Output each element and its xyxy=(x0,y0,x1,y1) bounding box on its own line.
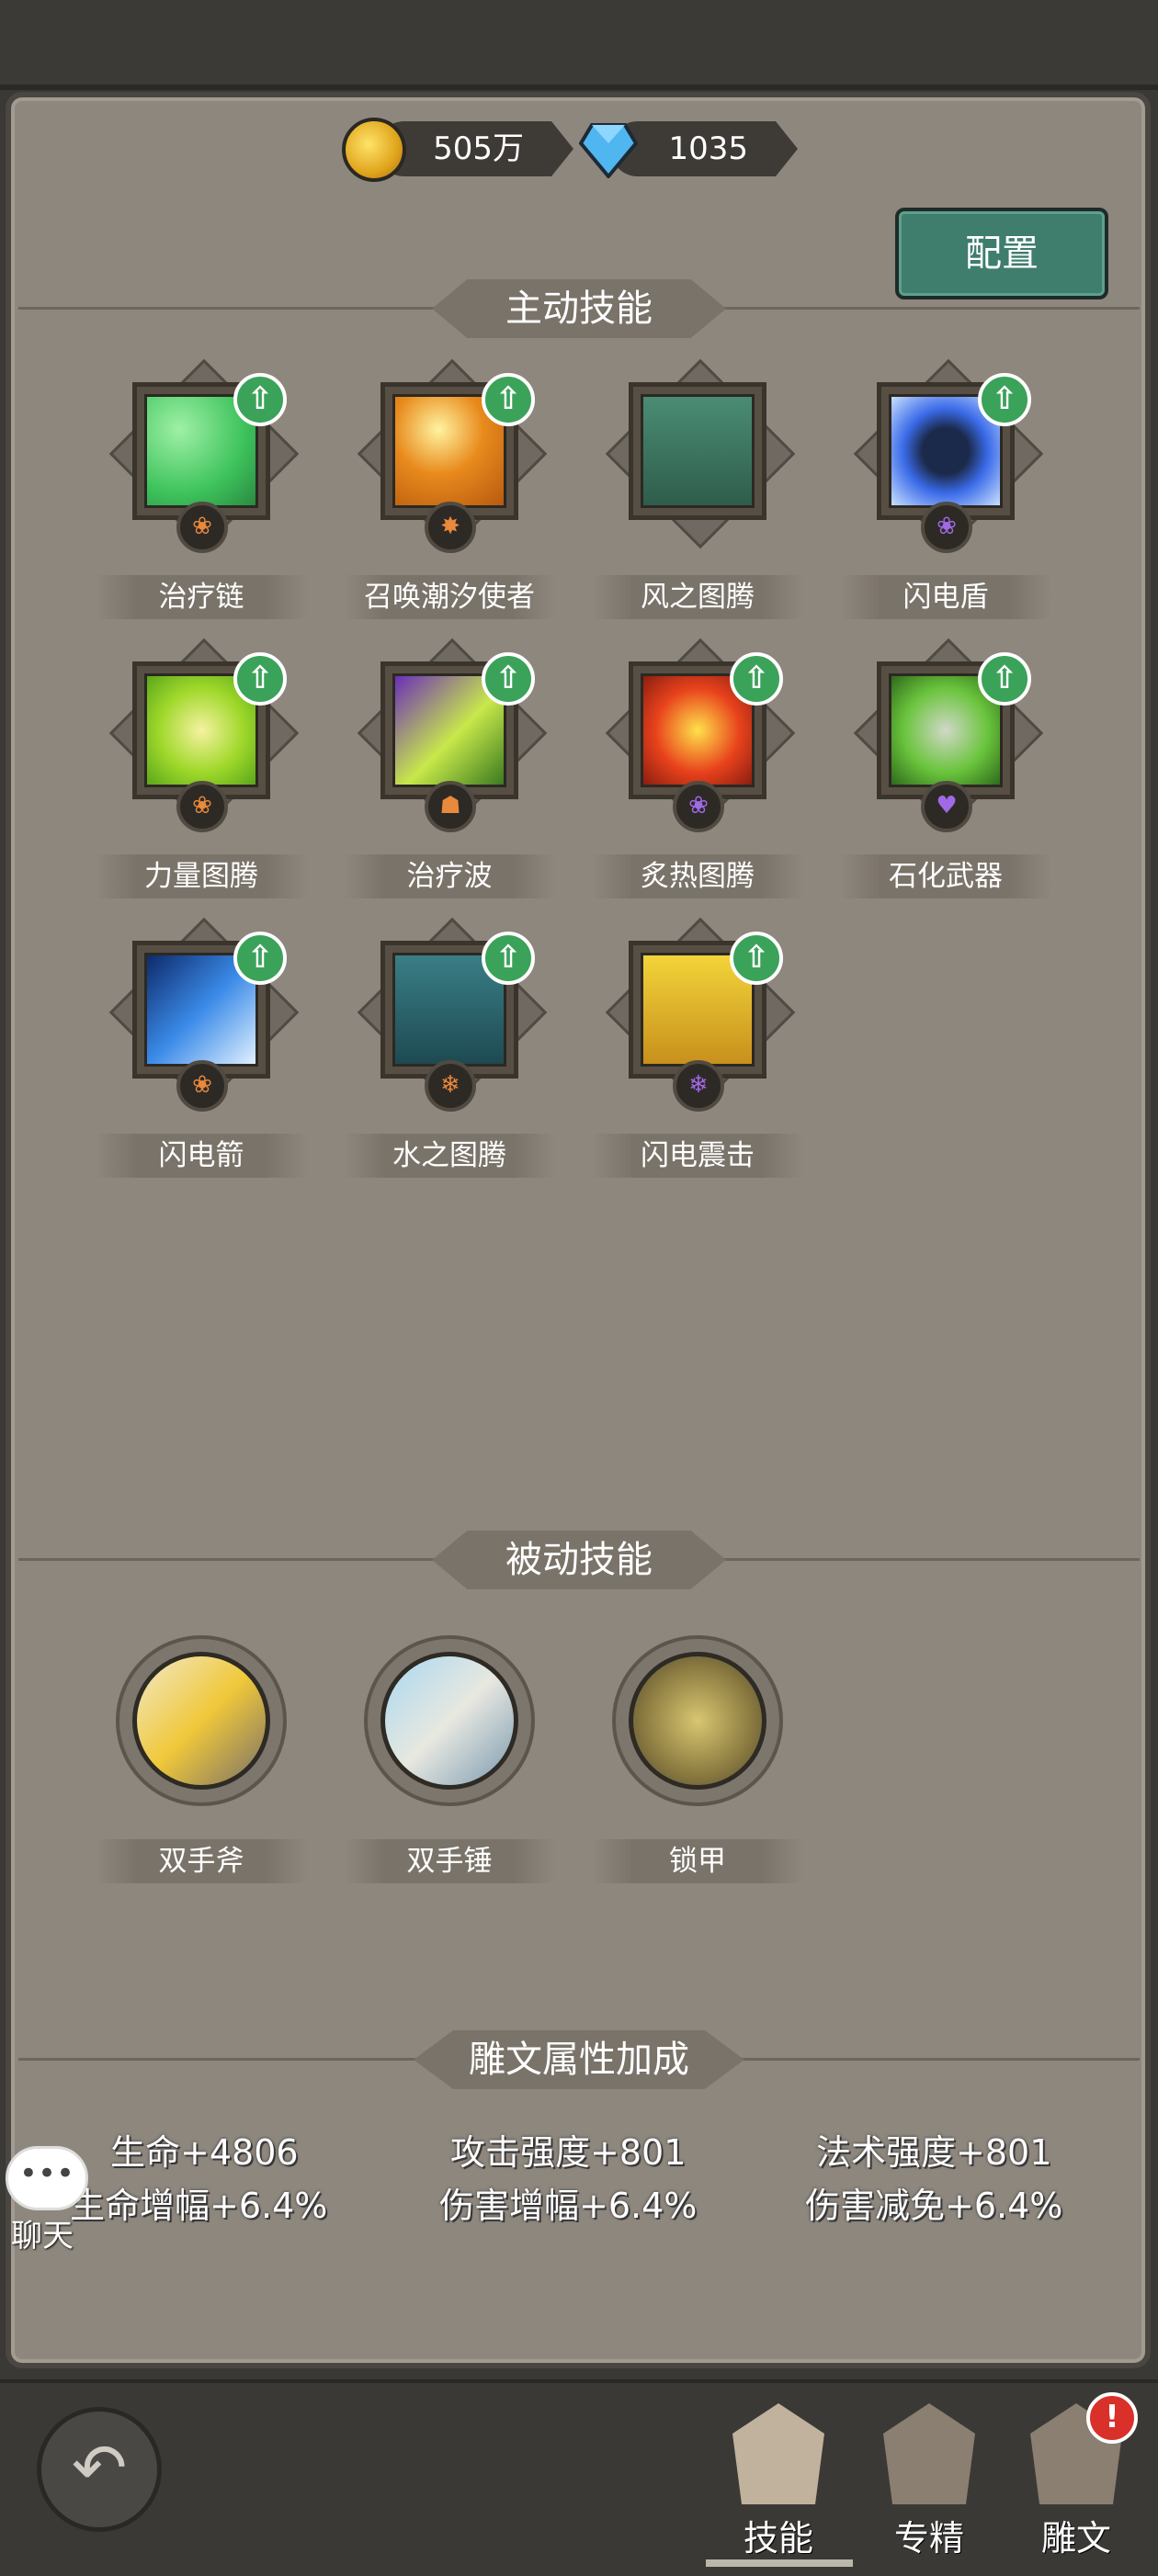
upgrade-arrow-icon: ⇧ xyxy=(978,652,1031,706)
stat-hp: 生命+4806 xyxy=(110,2132,299,2173)
diamond-gem-icon xyxy=(579,123,638,178)
element-badge-icon: ❀ xyxy=(921,502,972,553)
tab-label: 专精 xyxy=(893,2518,964,2559)
stat-attack: 攻击强度+801 xyxy=(450,2132,687,2173)
skill-name: 力量图腾 xyxy=(96,854,307,898)
back-arrow-icon[interactable]: ↶ xyxy=(37,2407,162,2532)
element-badge-icon: ❀ xyxy=(673,781,724,832)
skill-lightning-shield[interactable]: ⇧ ❀ 闪电盾 xyxy=(840,358,1051,630)
tab-skills[interactable]: 技能 xyxy=(710,2394,847,2569)
passive-name: 双手锤 xyxy=(344,1839,555,1883)
gem-value: 1035 xyxy=(668,130,748,167)
tab-label: 技能 xyxy=(743,2518,813,2559)
passive-mail-armor[interactable]: 锁甲 xyxy=(592,1635,803,1902)
skill-rockbiter-weapon[interactable]: ⇧ ♥ 石化武器 xyxy=(840,638,1051,910)
stat-hp-amp: 生命增幅+6.4% xyxy=(70,2186,328,2226)
skill-summon-tide[interactable]: ⇧ ✸ 召唤潮汐使者 xyxy=(344,358,555,630)
gold-coin-icon xyxy=(342,118,406,182)
element-badge-icon: ❀ xyxy=(176,502,228,553)
skill-name: 闪电箭 xyxy=(96,1134,307,1178)
upgrade-arrow-icon: ⇧ xyxy=(233,373,287,426)
skill-healing-wave[interactable]: ⇧ ☗ 治疗波 xyxy=(344,638,555,910)
upgrade-arrow-icon: ⇧ xyxy=(730,932,783,985)
alert-badge-icon: ! xyxy=(1086,2392,1138,2444)
upgrade-arrow-icon: ⇧ xyxy=(233,652,287,706)
skill-name: 召唤潮汐使者 xyxy=(344,575,555,619)
element-badge-icon: ✸ xyxy=(425,502,476,553)
skill-name: 治疗波 xyxy=(344,854,555,898)
skill-lightning-bolt[interactable]: ⇧ ❀ 闪电箭 xyxy=(96,917,307,1189)
tab-mastery[interactable]: 专精 xyxy=(860,2394,998,2569)
tab-label: 雕文 xyxy=(1040,2518,1111,2559)
skill-searing-totem[interactable]: ⇧ ❀ 炙热图腾 xyxy=(592,638,803,910)
passive-name: 双手斧 xyxy=(96,1839,307,1883)
element-badge-icon: ❀ xyxy=(176,1060,228,1112)
rune-bonus-title: 雕文属性加成 xyxy=(414,2030,744,2089)
passive-name: 锁甲 xyxy=(592,1839,803,1883)
stat-dmg-reduce: 伤害减免+6.4% xyxy=(805,2186,1063,2226)
upgrade-arrow-icon: ⇧ xyxy=(730,652,783,706)
skill-healing-chain[interactable]: ⇧ ❀ 治疗链 xyxy=(96,358,307,630)
skill-name: 闪电震击 xyxy=(592,1134,803,1178)
passive-skills-title: 被动技能 xyxy=(432,1531,726,1589)
gold-value: 505万 xyxy=(433,130,524,167)
upgrade-arrow-icon: ⇧ xyxy=(233,932,287,985)
element-badge-icon: ❀ xyxy=(176,781,228,832)
skill-name: 治疗链 xyxy=(96,575,307,619)
skill-wind-totem[interactable]: 风之图腾 xyxy=(592,358,803,630)
axe-icon xyxy=(132,1652,270,1790)
skill-earth-shock[interactable]: ⇧ ❄ 闪电震击 xyxy=(592,917,803,1189)
skills-tab-icon xyxy=(732,2403,824,2504)
skill-strength-totem[interactable]: ⇧ ❀ 力量图腾 xyxy=(96,638,307,910)
active-skills-title: 主动技能 xyxy=(432,279,726,338)
skill-name: 石化武器 xyxy=(840,854,1051,898)
top-bar xyxy=(0,0,1158,90)
upgrade-arrow-icon: ⇧ xyxy=(482,932,535,985)
stat-spell: 法术强度+801 xyxy=(816,2132,1052,2173)
rune-bonus-header: 雕文属性加成 xyxy=(18,2023,1140,2096)
mastery-tab-icon xyxy=(883,2403,975,2504)
skill-name: 水之图腾 xyxy=(344,1134,555,1178)
active-tab-indicator xyxy=(706,2559,853,2567)
chainmail-icon xyxy=(629,1652,766,1790)
passive-two-handed-mace[interactable]: 双手锤 xyxy=(344,1635,555,1902)
element-badge-icon: ♥ xyxy=(921,781,972,832)
skill-name: 闪电盾 xyxy=(840,575,1051,619)
skill-water-totem[interactable]: ⇧ ❄ 水之图腾 xyxy=(344,917,555,1189)
passive-two-handed-axe[interactable]: 双手斧 xyxy=(96,1635,307,1902)
wind-totem-icon xyxy=(641,394,755,508)
skill-name: 风之图腾 xyxy=(592,575,803,619)
stat-dmg-amp: 伤害增幅+6.4% xyxy=(439,2186,698,2226)
element-badge-icon: ❄ xyxy=(425,1060,476,1112)
active-skills-header: 主动技能 xyxy=(18,272,1140,345)
passive-skills-header: 被动技能 xyxy=(18,1523,1140,1597)
upgrade-arrow-icon: ⇧ xyxy=(482,652,535,706)
chat-bubble-icon[interactable]: ••• xyxy=(6,2146,88,2210)
chat-label[interactable]: 聊天 xyxy=(11,2210,74,2255)
element-badge-icon: ❄ xyxy=(673,1060,724,1112)
upgrade-arrow-icon: ⇧ xyxy=(978,373,1031,426)
element-badge-icon: ☗ xyxy=(425,781,476,832)
skill-name: 炙热图腾 xyxy=(592,854,803,898)
upgrade-arrow-icon: ⇧ xyxy=(482,373,535,426)
hammer-icon xyxy=(380,1652,518,1790)
